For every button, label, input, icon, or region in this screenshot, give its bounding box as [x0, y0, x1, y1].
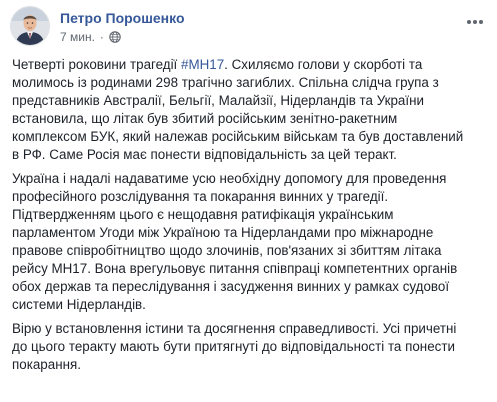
post-header: Петро Порошенко 7 мин. ·: [10, 4, 185, 52]
globe-icon[interactable]: [109, 31, 121, 43]
post-body: Четверті роковини трагедії #МН17. Схиляє…: [12, 56, 490, 380]
post-meta: Петро Порошенко 7 мин. ·: [60, 9, 185, 45]
profile-photo-icon: [11, 7, 49, 45]
paragraph-1-lead: Четверті роковини трагедії: [12, 57, 181, 72]
author-name[interactable]: Петро Порошенко: [60, 9, 185, 27]
separator-dot: ·: [99, 30, 104, 44]
facebook-post: Петро Порошенко 7 мин. · Четверті рокови…: [0, 0, 497, 402]
post-time[interactable]: 7 мин.: [60, 29, 95, 45]
paragraph-1-rest: . Схиляємо голови у скорботі та молимось…: [12, 57, 464, 162]
author-avatar[interactable]: [10, 6, 50, 46]
post-paragraph-2: Україна і надалі надаватиме усю необхідн…: [12, 171, 458, 312]
post-paragraph-3: Вірю у встановлення істини та досягнення…: [12, 321, 457, 372]
ellipsis-icon[interactable]: [465, 12, 485, 32]
post-paragraph-1: Четверті роковини трагедії #МН17. Схиляє…: [12, 56, 490, 164]
hashtag-link[interactable]: #МН17: [181, 57, 224, 72]
post-timestamp-row: 7 мин. ·: [60, 29, 185, 45]
